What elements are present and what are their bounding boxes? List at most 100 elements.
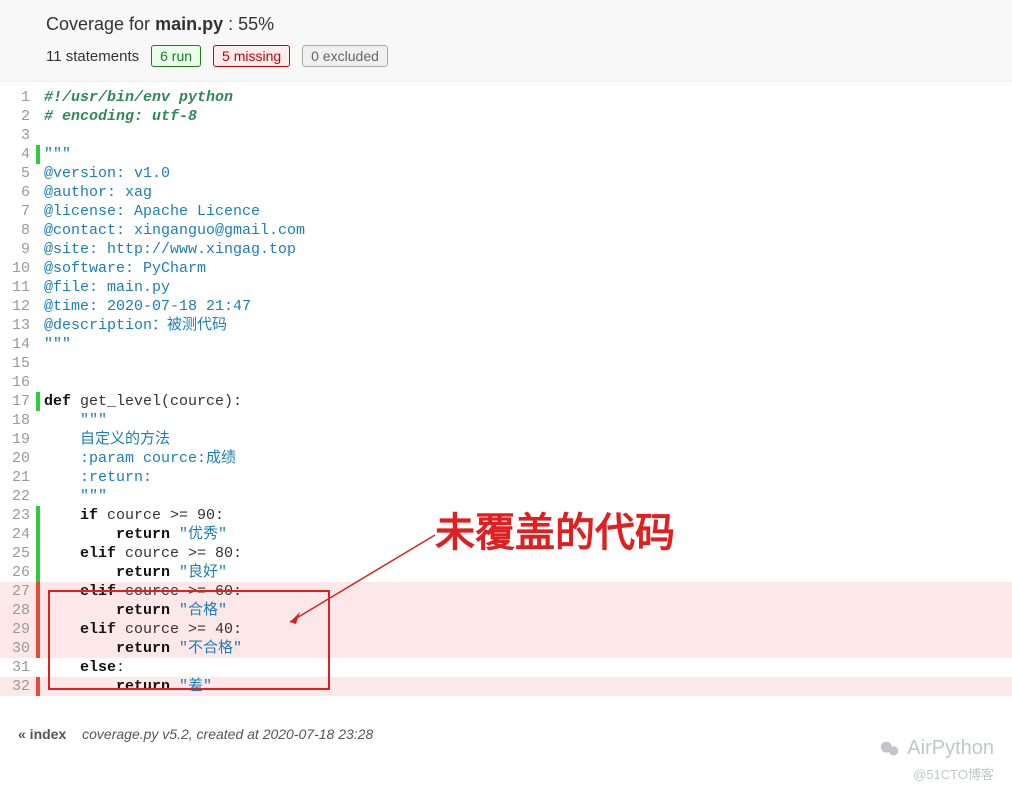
code-line[interactable]: 17def get_level(cource): — [0, 392, 1012, 411]
code-line[interactable]: 7@license: Apache Licence — [0, 202, 1012, 221]
index-link[interactable]: « index — [18, 726, 66, 742]
line-number: 22 — [0, 487, 36, 506]
code-content: @version: v1.0 — [40, 164, 1012, 183]
title-filename: main.py — [155, 14, 223, 34]
watermark-name: AirPython — [907, 737, 994, 760]
code-content: @contact: xinganguo@gmail.com — [40, 221, 1012, 240]
line-number: 5 — [0, 164, 36, 183]
title-prefix: Coverage for — [46, 14, 155, 34]
code-line[interactable]: 15 — [0, 354, 1012, 373]
line-number: 11 — [0, 278, 36, 297]
code-line[interactable]: 31 else: — [0, 658, 1012, 677]
code-content: 自定义的方法 — [40, 430, 1012, 449]
code-line[interactable]: 6@author: xag — [0, 183, 1012, 202]
code-line[interactable]: 21 :return: — [0, 468, 1012, 487]
code-line[interactable]: 16 — [0, 373, 1012, 392]
code-line[interactable]: 27 elif cource >= 60: — [0, 582, 1012, 601]
line-number: 6 — [0, 183, 36, 202]
line-number: 2 — [0, 107, 36, 126]
line-number: 24 — [0, 525, 36, 544]
code-line[interactable]: 20 :param cource:成绩 — [0, 449, 1012, 468]
code-content: # encoding: utf-8 — [40, 107, 1012, 126]
code-content: :return: — [40, 468, 1012, 487]
line-number: 4 — [0, 145, 36, 164]
page-title: Coverage for main.py : 55% — [46, 14, 1012, 35]
code-content: @description：被测代码 — [40, 316, 1012, 335]
code-line[interactable]: 2# encoding: utf-8 — [0, 107, 1012, 126]
line-number: 20 — [0, 449, 36, 468]
code-content: @file: main.py — [40, 278, 1012, 297]
line-number: 19 — [0, 430, 36, 449]
code-content — [40, 354, 1012, 373]
code-line[interactable]: 1#!/usr/bin/env python — [0, 88, 1012, 107]
generated-text: coverage.py v5.2, created at 2020-07-18 … — [82, 726, 373, 742]
line-number: 21 — [0, 468, 36, 487]
excluded-badge[interactable]: 0 excluded — [302, 45, 388, 67]
line-number: 30 — [0, 639, 36, 658]
code-content: else: — [40, 658, 1012, 677]
code-content: """ — [40, 411, 1012, 430]
watermark-sub: @51CTO博客 — [879, 764, 994, 783]
code-line[interactable]: 5@version: v1.0 — [0, 164, 1012, 183]
code-content: """ — [40, 145, 1012, 164]
line-number: 23 — [0, 506, 36, 525]
line-number: 28 — [0, 601, 36, 620]
line-number: 26 — [0, 563, 36, 582]
code-line[interactable]: 10@software: PyCharm — [0, 259, 1012, 278]
code-line[interactable]: 3 — [0, 126, 1012, 145]
code-content: elif cource >= 40: — [40, 620, 1012, 639]
code-content: @time: 2020-07-18 21:47 — [40, 297, 1012, 316]
title-suffix: : 55% — [223, 14, 274, 34]
line-number: 14 — [0, 335, 36, 354]
code-content: @software: PyCharm — [40, 259, 1012, 278]
code-line[interactable]: 14""" — [0, 335, 1012, 354]
code-line[interactable]: 9@site: http://www.xingag.top — [0, 240, 1012, 259]
line-number: 18 — [0, 411, 36, 430]
line-number: 27 — [0, 582, 36, 601]
line-number: 8 — [0, 221, 36, 240]
code-content: return "差" — [40, 677, 1012, 696]
stats-row: 11 statements 6 run 5 missing 0 excluded — [46, 45, 1012, 67]
missing-badge[interactable]: 5 missing — [213, 45, 290, 67]
code-content: @license: Apache Licence — [40, 202, 1012, 221]
code-line[interactable]: 32 return "差" — [0, 677, 1012, 696]
line-number: 31 — [0, 658, 36, 677]
code-line[interactable]: 13@description：被测代码 — [0, 316, 1012, 335]
line-number: 17 — [0, 392, 36, 411]
line-number: 9 — [0, 240, 36, 259]
code-content: return "不合格" — [40, 639, 1012, 658]
code-line[interactable]: 29 elif cource >= 40: — [0, 620, 1012, 639]
code-content: elif cource >= 60: — [40, 582, 1012, 601]
code-content: #!/usr/bin/env python — [40, 88, 1012, 107]
code-content: """ — [40, 335, 1012, 354]
code-content: return "良好" — [40, 563, 1012, 582]
code-line[interactable]: 18 """ — [0, 411, 1012, 430]
code-line[interactable]: 19 自定义的方法 — [0, 430, 1012, 449]
line-number: 13 — [0, 316, 36, 335]
code-content: @author: xag — [40, 183, 1012, 202]
code-content: @site: http://www.xingag.top — [40, 240, 1012, 259]
line-number: 7 — [0, 202, 36, 221]
line-number: 1 — [0, 88, 36, 107]
code-content: :param cource:成绩 — [40, 449, 1012, 468]
code-line[interactable]: 28 return "合格" — [0, 601, 1012, 620]
code-content: return "合格" — [40, 601, 1012, 620]
code-line[interactable]: 11@file: main.py — [0, 278, 1012, 297]
footer: « index coverage.py v5.2, created at 202… — [0, 696, 1012, 742]
code-line[interactable]: 4""" — [0, 145, 1012, 164]
code-content — [40, 373, 1012, 392]
line-number: 15 — [0, 354, 36, 373]
code-line[interactable]: 30 return "不合格" — [0, 639, 1012, 658]
run-badge[interactable]: 6 run — [151, 45, 201, 67]
code-line[interactable]: 26 return "良好" — [0, 563, 1012, 582]
annotation-label: 未覆盖的代码 — [435, 500, 675, 558]
line-number: 12 — [0, 297, 36, 316]
code-line[interactable]: 8@contact: xinganguo@gmail.com — [0, 221, 1012, 240]
watermark: AirPython @51CTO博客 — [879, 737, 994, 783]
line-number: 32 — [0, 677, 36, 696]
code-content — [40, 126, 1012, 145]
line-number: 29 — [0, 620, 36, 639]
line-number: 10 — [0, 259, 36, 278]
statements-count: 11 statements — [46, 48, 139, 65]
code-line[interactable]: 12@time: 2020-07-18 21:47 — [0, 297, 1012, 316]
